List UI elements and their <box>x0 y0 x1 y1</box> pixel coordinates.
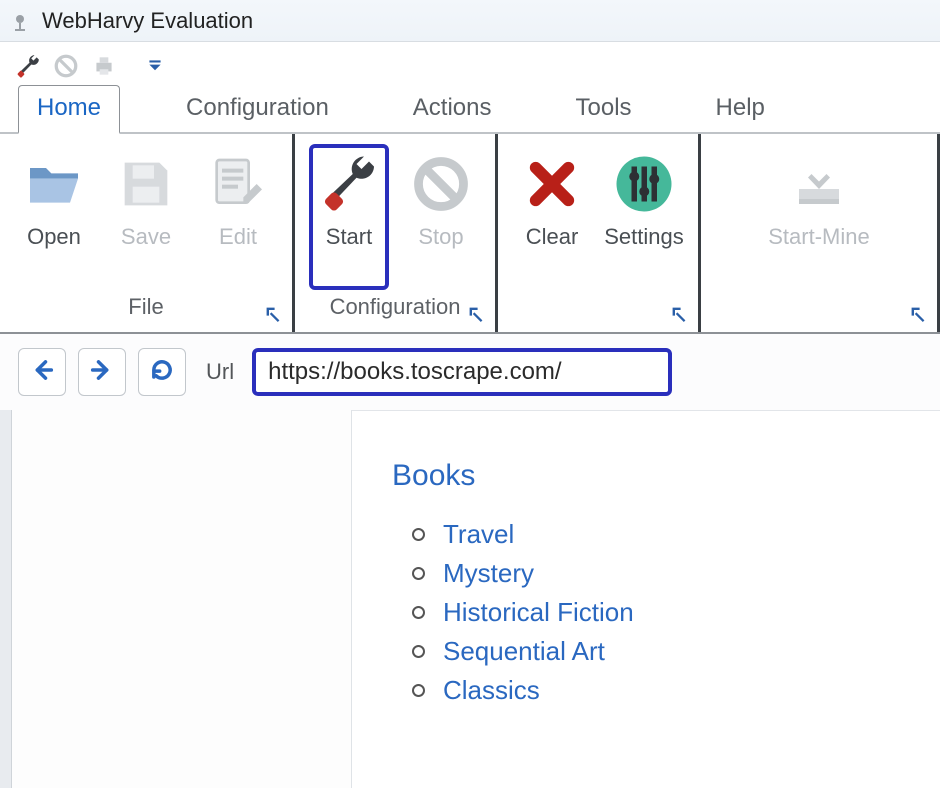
ribbon-caption-configuration: Configuration <box>295 290 495 326</box>
group-launcher-icon[interactable] <box>264 302 282 320</box>
tab-tools[interactable]: Tools <box>558 86 650 132</box>
rendered-page: Books Travel Mystery Historical Fiction … <box>352 410 940 788</box>
tab-configuration[interactable]: Configuration <box>168 86 347 132</box>
ribbon-group-mine: Start-Mine <box>701 134 940 332</box>
tab-actions[interactable]: Actions <box>395 86 510 132</box>
content-area: Books Travel Mystery Historical Fiction … <box>0 410 940 788</box>
forward-button[interactable] <box>78 348 126 396</box>
arrow-left-icon <box>28 356 56 389</box>
arrow-right-icon <box>88 356 116 389</box>
open-button[interactable]: Open <box>14 144 94 290</box>
category-list: Travel Mystery Historical Fiction Sequen… <box>392 515 900 710</box>
reload-button[interactable] <box>138 348 186 396</box>
printer-icon[interactable] <box>90 52 118 80</box>
wrench-icon[interactable] <box>14 52 42 80</box>
titlebar: WebHarvy Evaluation <box>0 0 940 42</box>
settings-label: Settings <box>604 224 684 250</box>
sliders-settings-icon <box>608 148 680 220</box>
side-panel <box>12 410 352 788</box>
qat-dropdown-icon[interactable] <box>146 57 164 75</box>
group-launcher-icon[interactable] <box>670 302 688 320</box>
ribbon-group-options: Clear Settings <box>498 134 701 332</box>
quick-access-toolbar <box>0 42 940 86</box>
back-button[interactable] <box>18 348 66 396</box>
ribbon-caption-options <box>498 290 698 326</box>
x-clear-icon <box>516 148 588 220</box>
save-label: Save <box>121 224 171 250</box>
category-link[interactable]: Sequential Art <box>412 632 900 671</box>
edit-button[interactable]: Edit <box>198 144 278 290</box>
open-label: Open <box>27 224 81 250</box>
start-label: Start <box>326 224 372 250</box>
ribbon-caption-mine <box>701 290 937 326</box>
stop-button[interactable]: Stop <box>401 144 481 290</box>
folder-open-icon <box>18 148 90 220</box>
url-label: Url <box>206 359 234 385</box>
browser-bar: Url <box>0 334 940 410</box>
tab-help[interactable]: Help <box>698 86 783 132</box>
category-link[interactable]: Travel <box>412 515 900 554</box>
category-link[interactable]: Classics <box>412 671 900 710</box>
start-mine-label: Start-Mine <box>768 224 869 250</box>
tab-home[interactable]: Home <box>18 85 120 134</box>
prohibit-stop-icon <box>405 148 477 220</box>
ribbon: Open Save Edit File <box>0 134 940 334</box>
stop-label: Stop <box>418 224 463 250</box>
category-link[interactable]: Historical Fiction <box>412 593 900 632</box>
clear-button[interactable]: Clear <box>512 144 592 290</box>
app-icon <box>8 9 32 33</box>
prohibit-icon[interactable] <box>52 52 80 80</box>
edit-label: Edit <box>219 224 257 250</box>
clear-label: Clear <box>526 224 579 250</box>
menu-tabs: Home Configuration Actions Tools Help <box>0 86 940 134</box>
ribbon-group-configuration: Start Stop Configuration <box>295 134 498 332</box>
settings-button[interactable]: Settings <box>604 144 684 290</box>
url-input[interactable] <box>252 348 672 396</box>
ribbon-caption-file-text: File <box>128 294 163 319</box>
floppy-disk-icon <box>110 148 182 220</box>
ribbon-group-file: Open Save Edit File <box>0 134 295 332</box>
ribbon-caption-file: File <box>0 290 292 326</box>
reload-icon <box>148 356 176 389</box>
page-heading[interactable]: Books <box>392 459 900 493</box>
ribbon-caption-configuration-text: Configuration <box>330 294 461 319</box>
document-pencil-icon <box>202 148 274 220</box>
wrench-start-icon <box>313 148 385 220</box>
group-launcher-icon[interactable] <box>467 302 485 320</box>
start-mine-button[interactable]: Start-Mine <box>759 144 879 290</box>
start-button[interactable]: Start <box>309 144 389 290</box>
left-splitter[interactable] <box>0 410 12 788</box>
download-tray-icon <box>783 148 855 220</box>
category-link[interactable]: Mystery <box>412 554 900 593</box>
group-launcher-icon[interactable] <box>909 302 927 320</box>
window-title: WebHarvy Evaluation <box>42 8 253 34</box>
save-button[interactable]: Save <box>106 144 186 290</box>
